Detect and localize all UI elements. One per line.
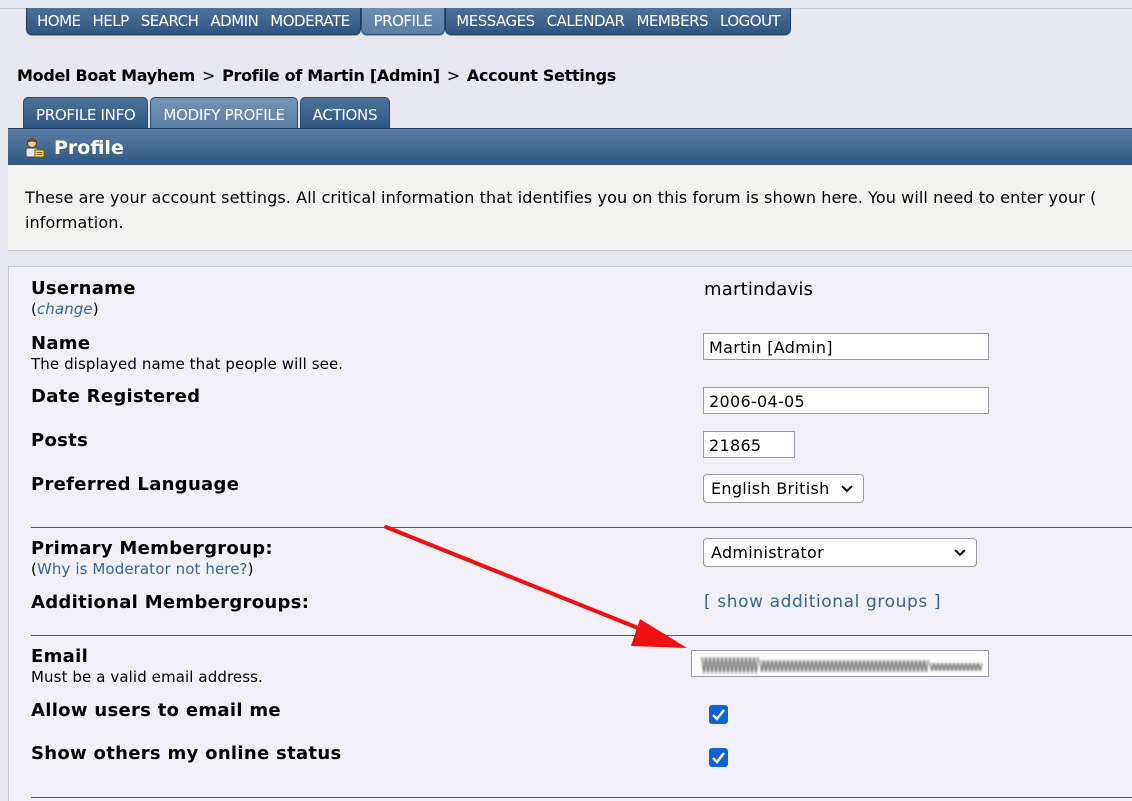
menu-calendar[interactable]: CALENDAR — [541, 8, 631, 35]
tab-profile-info[interactable]: PROFILE INFO — [23, 97, 149, 128]
why-moderator-link[interactable]: Why is Moderator not here? — [37, 560, 248, 578]
allow-email-label: Allow users to email me — [31, 700, 281, 721]
chevron-down-icon — [954, 539, 966, 578]
menu-help[interactable]: HELP — [87, 8, 135, 35]
menu-admin[interactable]: ADMIN — [204, 8, 264, 35]
main-menu: HOME HELP SEARCH ADMIN MODERATE PROFILE … — [26, 8, 792, 35]
online-status-checkbox[interactable] — [709, 748, 728, 767]
username-value: martindavis — [704, 279, 814, 300]
menu-search[interactable]: SEARCH — [135, 8, 205, 35]
language-select[interactable]: English British — [703, 474, 864, 503]
primary-membergroup-value: Administrator — [711, 543, 824, 562]
tab-modify-profile[interactable]: MODIFY PROFILE — [150, 97, 298, 128]
menu-home[interactable]: HOME — [31, 8, 87, 35]
email-label: Email — [31, 646, 89, 667]
section-divider — [31, 527, 1132, 528]
checkmark-icon — [712, 709, 725, 721]
breadcrumb-page[interactable]: Account Settings — [467, 66, 616, 85]
menu-group-left: HOME HELP SEARCH ADMIN MODERATE — [26, 8, 361, 35]
name-description: The displayed name that people will see. — [31, 355, 344, 373]
breadcrumb: Model Boat Mayhem > Profile of Martin [Adm… — [17, 66, 616, 85]
allow-email-checkbox[interactable] — [709, 705, 728, 724]
menu-profile[interactable]: PROFILE — [368, 8, 439, 35]
breadcrumb-separator: > — [201, 66, 216, 85]
preferred-language-label: Preferred Language — [31, 474, 240, 495]
username-change-wrapper: (change) — [31, 300, 99, 318]
name-label: Name — [31, 333, 91, 354]
name-input[interactable]: Martin [Admin] — [703, 333, 989, 360]
menu-messages[interactable]: MESSAGES — [450, 8, 540, 35]
account-settings-panel: Username (change) martindavis Name The d… — [8, 266, 1132, 801]
change-username-link[interactable]: change — [37, 300, 93, 318]
paren-close: ) — [92, 300, 99, 318]
posts-input[interactable]: 21865 — [703, 431, 795, 458]
breadcrumb-separator: > — [446, 66, 460, 85]
profile-tabs: PROFILE INFO MODIFY PROFILE ACTIONS — [23, 97, 392, 128]
primary-membergroup-help-wrapper: (Why is Moderator not here?) — [31, 560, 254, 578]
profile-header-bar: Profile — [8, 128, 1132, 166]
language-select-value: English British — [711, 479, 830, 498]
chevron-down-icon — [841, 475, 853, 514]
tab-actions[interactable]: ACTIONS — [299, 97, 391, 128]
menu-group-active: PROFILE — [360, 8, 446, 35]
page-title: Profile — [54, 136, 124, 159]
checkmark-icon — [712, 752, 725, 764]
email-description: Must be a valid email address. — [31, 668, 263, 686]
breadcrumb-profile[interactable]: Profile of Martin [Admin] — [222, 66, 440, 85]
paren-close: ) — [247, 560, 254, 578]
date-registered-label: Date Registered — [31, 386, 201, 407]
username-label: Username — [31, 278, 136, 299]
section-divider — [31, 635, 1132, 636]
primary-membergroup-label: Primary Membergroup: — [31, 538, 273, 559]
email-input[interactable] — [691, 650, 989, 677]
primary-membergroup-select[interactable]: Administrator — [703, 538, 977, 567]
breadcrumb-forum[interactable]: Model Boat Mayhem — [17, 66, 195, 85]
menu-moderate[interactable]: MODERATE — [264, 8, 355, 35]
show-additional-groups-link[interactable]: [ show additional groups ] — [704, 592, 941, 612]
intro-text-line2: information. — [25, 213, 124, 232]
posts-label: Posts — [31, 430, 89, 451]
menu-members[interactable]: MEMBERS — [630, 8, 714, 35]
intro-text: These are your account settings. All cri… — [8, 165, 1132, 235]
intro-text-line1: These are your account settings. All cri… — [25, 188, 1097, 207]
intro-box: These are your account settings. All cri… — [8, 165, 1132, 251]
menu-group-right: MESSAGES CALENDAR MEMBERS LOGOUT — [445, 8, 792, 35]
section-divider — [31, 797, 1132, 798]
menu-logout[interactable]: LOGOUT — [714, 8, 786, 35]
additional-membergroups-label: Additional Membergroups: — [31, 592, 310, 613]
profile-user-icon — [24, 137, 46, 159]
date-registered-input[interactable]: 2006-04-05 — [703, 387, 989, 414]
online-status-label: Show others my online status — [31, 743, 342, 764]
